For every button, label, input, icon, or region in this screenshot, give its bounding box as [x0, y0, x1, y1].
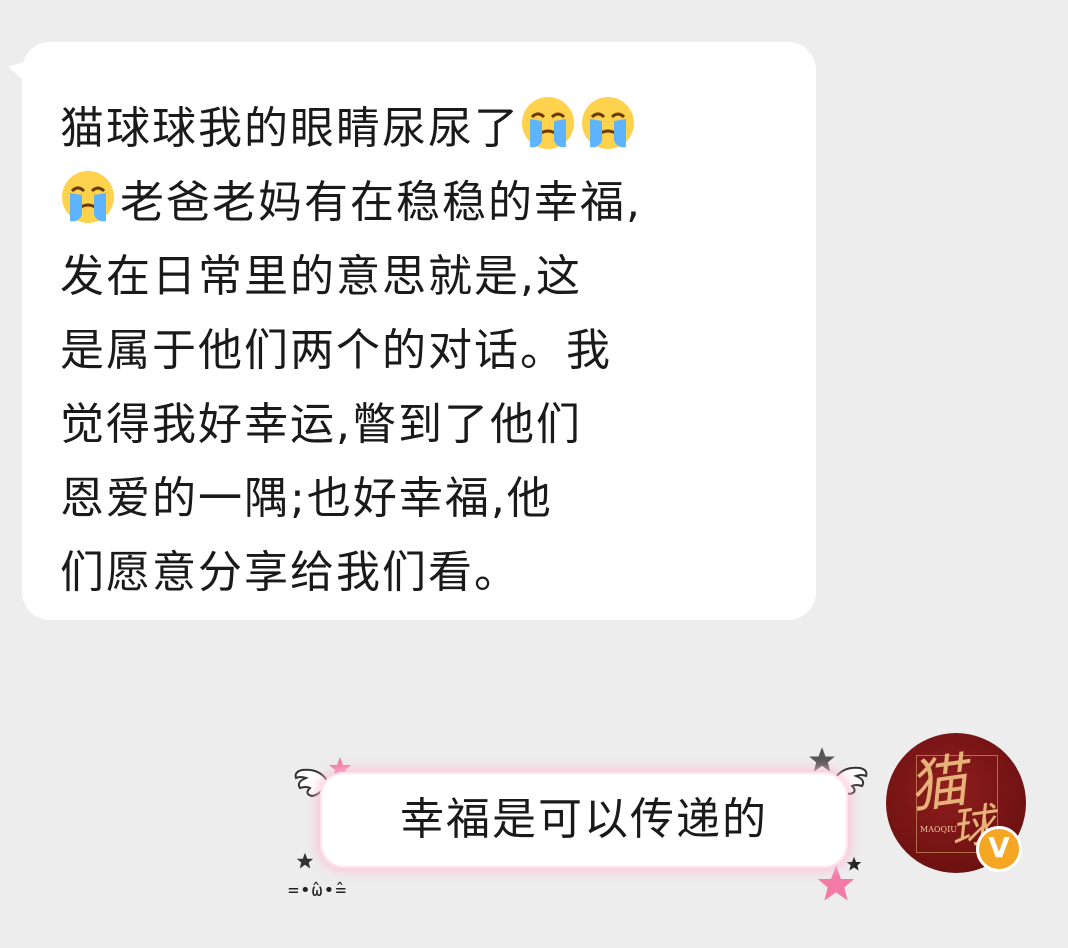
star-icon	[817, 865, 855, 901]
outgoing-bubble[interactable]: 幸福是可以传递的	[320, 772, 848, 868]
loudly-crying-emoji-icon	[580, 95, 636, 151]
message-line: 们愿意分享给我们看。	[60, 547, 520, 598]
verified-badge-icon: V	[976, 826, 1022, 872]
star-icon	[809, 747, 835, 772]
message-line: 猫球球我的眼睛尿尿了	[60, 92, 780, 166]
message-line: 发在日常里的意思就是,这	[60, 251, 582, 302]
message-line: 老爸老妈有在稳稳的幸福,	[60, 166, 780, 240]
message-text: 幸福是可以传递的	[400, 794, 768, 845]
loudly-crying-emoji-icon	[60, 169, 116, 225]
message-line: 是属于他们两个的对话。我	[60, 325, 612, 376]
loudly-crying-emoji-icon	[520, 95, 576, 151]
message-text: 猫球球我的眼睛尿尿了	[60, 103, 520, 154]
message-text: 老爸老妈有在稳稳的幸福,	[120, 177, 642, 228]
message-line: 觉得我好幸运,瞥到了他们	[60, 399, 582, 450]
star-icon	[296, 852, 314, 869]
outgoing-message: 幸福是可以传递的 =•̂ω•̂=	[280, 740, 880, 920]
avatar-caption: MAOQIU	[920, 825, 957, 834]
message-line: 恩爱的一隅;也好幸福,他	[60, 473, 553, 524]
kaomoji: =•̂ω•̂=	[288, 880, 348, 901]
incoming-bubble[interactable]: 猫球球我的眼睛尿尿了 老爸老妈有在稳稳的幸福, 发在日常里的意思就是,这 是属于…	[22, 42, 816, 620]
